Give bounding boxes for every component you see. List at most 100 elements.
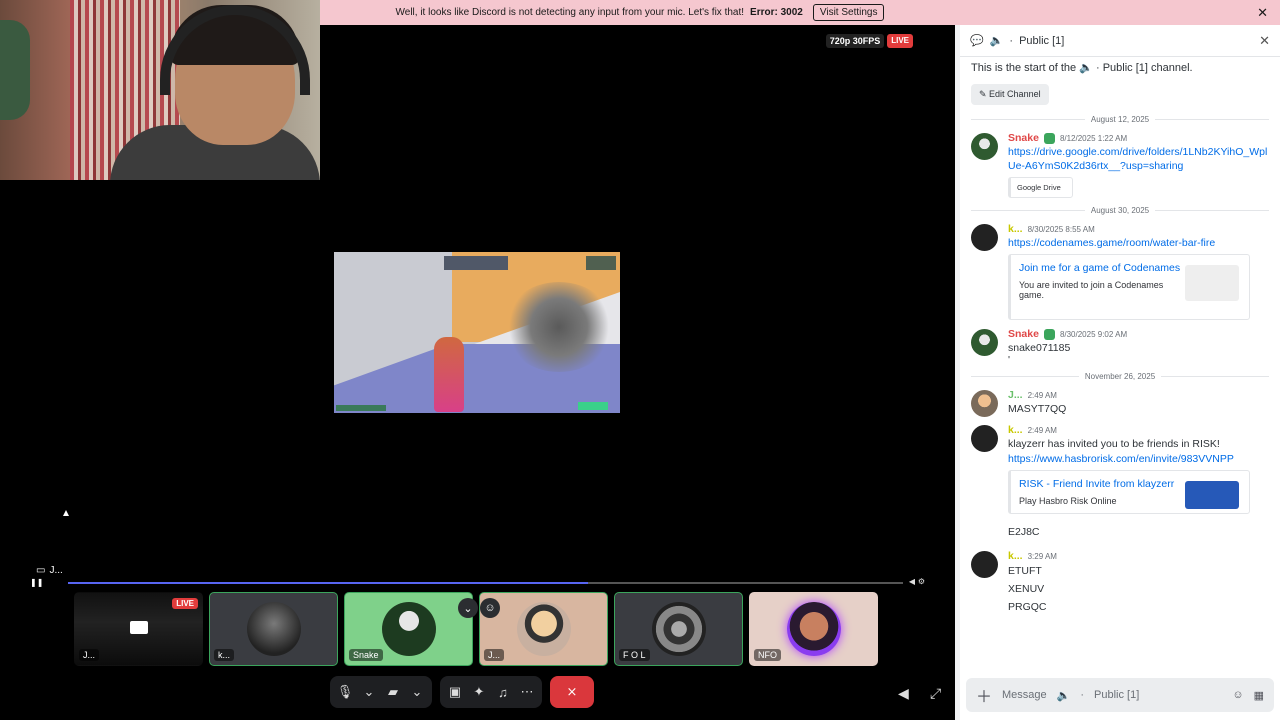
live-badge: LIVE [887, 34, 913, 48]
message-text: PRGQC [1008, 601, 1047, 613]
author-name[interactable]: J... [1008, 389, 1023, 401]
embed-thumbnail [1185, 265, 1239, 301]
edit-channel-label: Edit Channel [989, 89, 1041, 99]
streamer-name: J... [49, 565, 63, 576]
link-embed: Google Drive [1008, 177, 1073, 198]
voice-channel-icon: 🔈 [989, 35, 1004, 47]
mouse-cursor-icon [63, 510, 69, 516]
volume-icon[interactable]: ◀ [898, 685, 909, 702]
streamer-tag: ▭ J... [36, 565, 63, 576]
avatar[interactable] [971, 224, 998, 251]
banner-message: Well, it looks like Discord is not detec… [395, 7, 745, 18]
avatar[interactable] [971, 329, 998, 356]
avatar[interactable] [971, 425, 998, 452]
channel-name: Public [1] [1019, 34, 1065, 47]
message-link[interactable]: https://drive.google.com/drive/folders/1… [1008, 145, 1269, 173]
avatar [516, 602, 571, 656]
timestamp: 3:29 AM [1027, 551, 1057, 561]
close-icon[interactable]: ✕ [1257, 5, 1268, 21]
participant-name: Snake [349, 649, 383, 661]
avatar[interactable] [971, 133, 998, 160]
role-badge-icon [1043, 132, 1055, 144]
chat-message: k... 3:29 AM ETUFT XENUV PRGQC [960, 546, 1280, 620]
share-screen-icon[interactable]: ▣ [446, 684, 464, 700]
role-badge-icon [1043, 328, 1055, 340]
timestamp: 2:49 AM [1027, 425, 1057, 435]
participant-name: NFO [754, 649, 781, 661]
timestamp: 8/12/2025 1:22 AM [1059, 133, 1128, 143]
quality-badge: 720p 30FPS [825, 34, 885, 48]
message-text: ETUFT [1008, 565, 1042, 577]
voice-channel-icon: 🔈 [1056, 689, 1071, 702]
timestamp: 8/30/2025 8:55 AM [1027, 224, 1095, 234]
seek-bar[interactable]: ❚❚ ◀ ⚙ [30, 577, 925, 588]
discord-window: 720p 30FPS LIVE ▭ J... ❚❚ ◀ ⚙ LIVE J... [0, 0, 1280, 720]
avatar[interactable] [971, 390, 998, 417]
avatar [651, 602, 706, 656]
link-embed: RISK - Friend Invite from klayzerr Play … [1008, 470, 1250, 514]
apps-icon[interactable]: ▦ [1254, 689, 1264, 702]
chevron-down-icon[interactable]: ⌄ [408, 684, 426, 700]
author-name[interactable]: Snake [1008, 328, 1039, 340]
participant-tile-k[interactable]: k... [209, 592, 338, 666]
participant-tile-snake[interactable]: Snake [344, 592, 473, 666]
tile-controls: ⌄ ☺ [458, 598, 500, 618]
date-divider: August 30, 2025 [960, 206, 1280, 215]
chevron-down-icon[interactable]: ⌄ [360, 684, 378, 700]
chat-message: J... 2:49 AM MASYT7QQ [960, 385, 1280, 420]
message-link[interactable]: https://codenames.game/room/water-bar-fi… [1008, 236, 1269, 250]
fullscreen-icon[interactable]: ⤢ [930, 685, 941, 702]
add-attachment-icon[interactable]: ＋ [976, 683, 992, 707]
seek-progress [68, 582, 588, 584]
participant-tile-nfo[interactable]: NFO [749, 592, 878, 666]
message-input[interactable]: ＋ Message 🔈 · Public [1] ☺ ▦ [966, 678, 1274, 712]
live-badge: LIVE [172, 598, 198, 609]
message-link[interactable]: https://www.hasbrorisk.com/en/invite/983… [1008, 452, 1269, 466]
voice-channel-icon: 🔈 [1079, 62, 1093, 74]
date-divider: November 26, 2025 [960, 372, 1280, 381]
more-icon[interactable]: ⋯ [518, 684, 536, 700]
visit-settings-button[interactable]: Visit Settings [812, 4, 885, 21]
participant-tile-fol[interactable]: F O L [614, 592, 743, 666]
mic-camera-group: 🎙 ⌄ ▰ ⌄ [330, 676, 432, 708]
timestamp: 8/30/2025 9:02 AM [1059, 329, 1128, 339]
pause-icon[interactable]: ❚❚ [30, 578, 43, 587]
avatar [381, 602, 436, 656]
avatar[interactable] [971, 551, 998, 578]
message-text: snake071185 [1008, 342, 1071, 354]
settings-icon[interactable]: ⚙ [918, 577, 925, 586]
edit-channel-button[interactable]: ✎ Edit Channel [971, 84, 1049, 105]
activities-icon[interactable]: ✦ [470, 684, 488, 700]
embed-description: You are invited to join a Codenames game… [1019, 280, 1164, 300]
emoji-icon[interactable]: ☺ [1232, 689, 1243, 702]
participant-name: J... [79, 649, 100, 661]
chat-message: k... 2:49 AM klayzerr has invited you to … [960, 420, 1280, 518]
microphone-icon[interactable]: 🎙 [336, 684, 354, 700]
chat-message: Snake 8/30/2025 9:02 AM snake071185 ' [960, 324, 1280, 368]
participant-tile-stream[interactable]: LIVE J... [74, 592, 203, 666]
webcam-feed[interactable] [0, 0, 320, 180]
participant-name: J... [484, 649, 505, 661]
participant-name: F O L [619, 649, 650, 661]
author-name[interactable]: Snake [1008, 132, 1039, 144]
add-people-icon[interactable]: ☺ [480, 598, 500, 618]
composer-channel: Public [1] [1094, 689, 1140, 701]
author-name[interactable]: k... [1008, 424, 1023, 436]
chat-message: k... 8/30/2025 8:55 AM https://codenames.… [960, 219, 1280, 324]
soundboard-icon[interactable]: ♫ [494, 685, 512, 700]
chevron-down-icon[interactable]: ⌄ [458, 598, 478, 618]
message-text: XENUV [1008, 583, 1045, 595]
volume-icon[interactable]: ◀ [909, 577, 915, 586]
game-stream-frame [334, 252, 620, 413]
author-name[interactable]: k... [1008, 550, 1023, 562]
chat-header: 💬 🔈 · Public [1] ✕ [960, 25, 1280, 57]
chat-bubble-icon: 💬 [970, 35, 984, 47]
message-text: MASYT7QQ [1008, 403, 1067, 415]
leave-call-button[interactable]: ⨯ [550, 676, 594, 708]
participant-name: k... [214, 649, 235, 661]
call-controls: 🎙 ⌄ ▰ ⌄ ▣ ✦ ♫ ⋯ ⨯ [330, 676, 594, 708]
screen-share-icon: ▭ [36, 565, 46, 576]
close-icon[interactable]: ✕ [1259, 33, 1270, 49]
camera-off-icon[interactable]: ▰ [384, 684, 402, 700]
author-name[interactable]: k... [1008, 223, 1023, 235]
